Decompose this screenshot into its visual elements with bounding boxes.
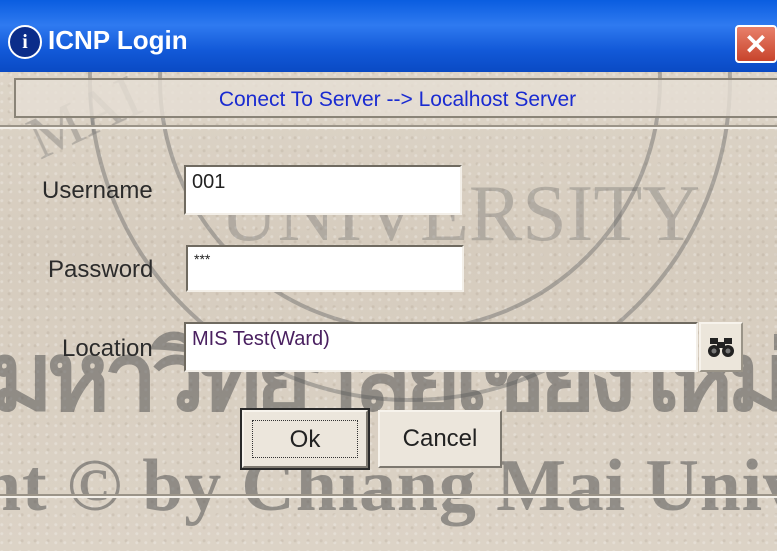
ok-button[interactable]: Ok [240,408,370,470]
server-status-bar: Conect To Server --> Localhost Server [14,78,777,118]
location-input[interactable]: MIS Test(Ward) [184,322,698,372]
password-input[interactable]: *** [186,245,464,292]
location-label: Location [62,335,153,362]
window-title: ICNP Login [48,25,188,55]
divider-highlight [0,127,777,129]
info-icon: i [8,25,42,59]
password-label: Password [48,256,154,283]
location-search-button[interactable] [699,322,743,372]
username-label: Username [42,177,153,204]
close-button[interactable]: ✕ [735,25,777,63]
divider-highlight [0,496,777,498]
binoculars-icon [708,338,734,357]
cancel-button[interactable]: Cancel [378,410,502,468]
title-bar: i ICNP Login ✕ [0,0,777,72]
close-icon: ✕ [744,29,768,60]
server-status-text: Conect To Server --> Localhost Server [218,88,577,111]
ok-label: Ok [252,420,358,458]
username-input[interactable]: 001 [184,165,462,215]
